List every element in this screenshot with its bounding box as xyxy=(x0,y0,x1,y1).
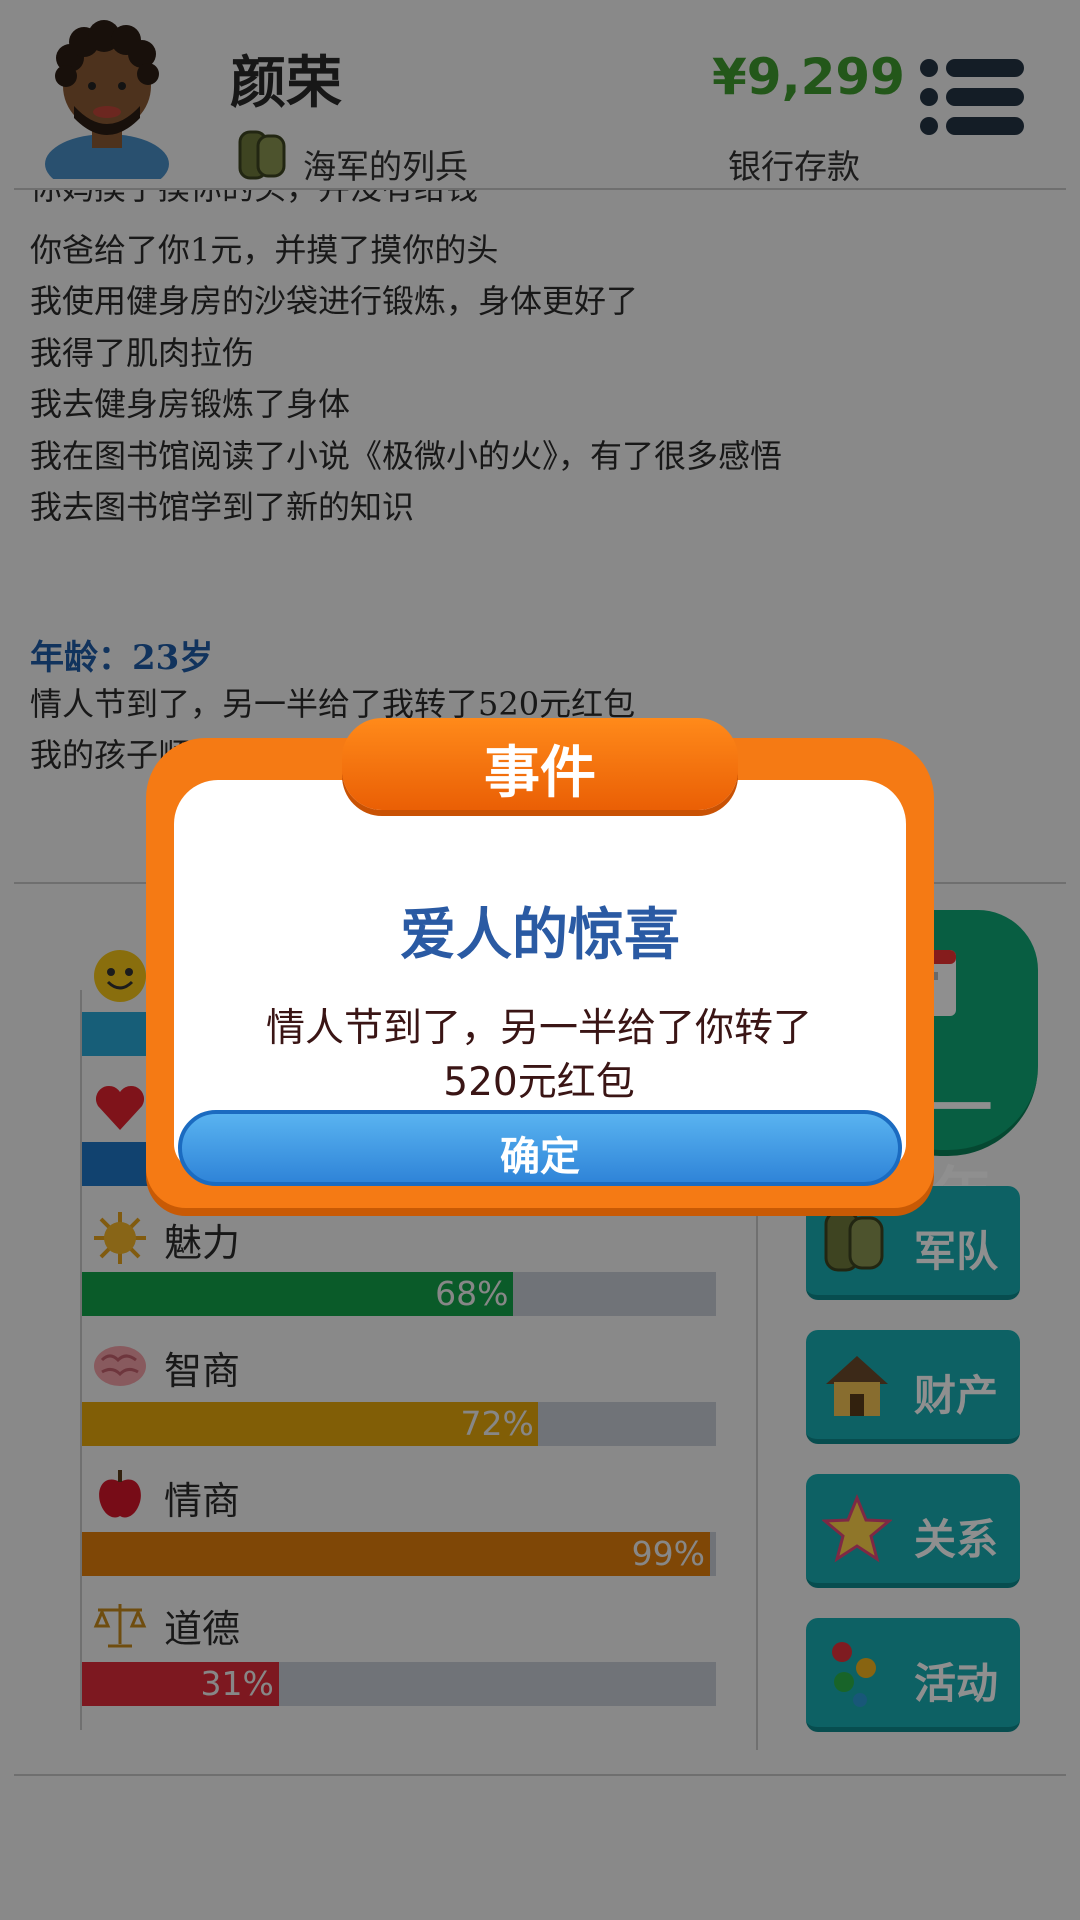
dialog-tab: 事件 xyxy=(342,718,738,810)
dialog-title: 爱人的惊喜 xyxy=(400,903,680,968)
confirm-label: 确定 xyxy=(500,1134,580,1180)
dialog-message: 情人节到了，另一半给了你转了520元红包 xyxy=(265,1006,812,1105)
confirm-button[interactable]: 确定 xyxy=(178,1110,902,1186)
event-dialog: 爱人的惊喜 情人节到了，另一半给了你转了520元红包 事件 确定 xyxy=(146,718,934,1208)
dialog-tab-label: 事件 xyxy=(484,741,596,806)
